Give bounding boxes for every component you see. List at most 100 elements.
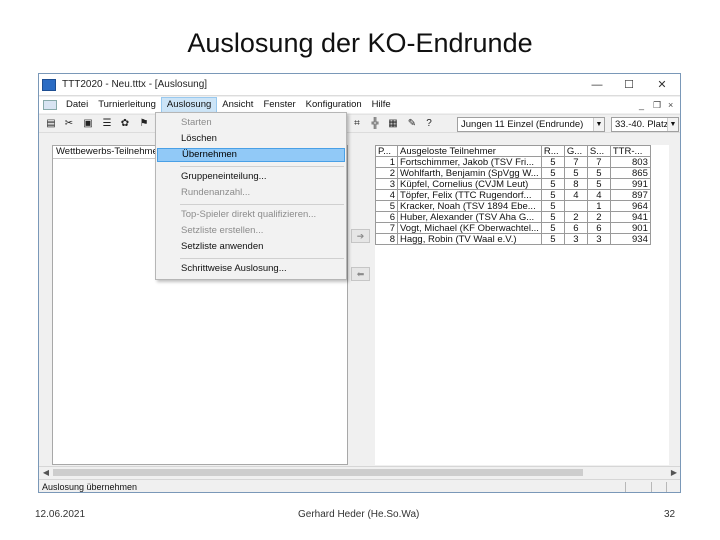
cell-g: 8 xyxy=(563,178,588,190)
round-select[interactable]: Jungen 11 Einzel (Endrunde) ▼ xyxy=(457,117,605,132)
menu-item-loeschen[interactable]: Löschen xyxy=(157,132,345,146)
cell-position: 4 xyxy=(375,189,398,201)
column-header[interactable]: TTR-... xyxy=(609,145,651,157)
cell-position: 5 xyxy=(375,200,398,212)
cell-r: 5 xyxy=(540,222,565,234)
cell-s: 7 xyxy=(586,156,611,168)
round-select-value: Jungen 11 Einzel (Endrunde) xyxy=(461,119,584,130)
menu-item-schrittweise-auslosung[interactable]: Schrittweise Auslosung... xyxy=(157,262,345,276)
table-row[interactable]: 2 Wohlfarth, Benjamin (SpVgg W... 5 5 5 … xyxy=(375,167,651,179)
app-icon xyxy=(42,78,56,91)
move-right-button[interactable]: ➔ xyxy=(351,229,370,243)
cell-name: Huber, Alexander (TSV Aha G... xyxy=(397,211,542,223)
cell-name: Wohlfarth, Benjamin (SpVgg W... xyxy=(397,167,542,179)
cell-position: 6 xyxy=(375,211,398,223)
table-row[interactable]: 1 Fortschimmer, Jakob (TSV Fri... 5 7 7 … xyxy=(375,156,651,168)
cell-position: 1 xyxy=(375,156,398,168)
menu-item-setzliste-erstellen[interactable]: Setzliste erstellen... xyxy=(157,224,345,238)
scrollbar-thumb[interactable] xyxy=(53,469,583,476)
cell-ttr: 991 xyxy=(609,178,651,190)
menu-item-rundenanzahl[interactable]: Rundenanzahl... xyxy=(157,186,345,200)
cell-name: Töpfer, Felix (TTC Rugendorf... xyxy=(397,189,542,201)
menu-turnierleitung[interactable]: Turnierleitung xyxy=(93,97,161,113)
grid-icon[interactable]: ⌗ xyxy=(351,118,363,130)
edit-icon[interactable]: ✎ xyxy=(406,118,418,130)
cell-g: 4 xyxy=(563,189,588,201)
table-icon[interactable]: ╬ xyxy=(369,118,381,130)
column-header[interactable]: S... xyxy=(586,145,611,157)
tools-icon[interactable]: ✂ xyxy=(63,118,75,130)
cell-s: 1 xyxy=(586,200,611,212)
move-left-button[interactable]: ⬅ xyxy=(351,267,370,281)
cell-name: Fortschimmer, Jakob (TSV Fri... xyxy=(397,156,542,168)
column-header[interactable]: R... xyxy=(540,145,565,157)
menu-divider xyxy=(180,166,344,167)
chevron-down-icon[interactable]: ▼ xyxy=(593,118,604,131)
menu-item-top-spieler[interactable]: Top-Spieler direkt qualifizieren... xyxy=(157,208,345,222)
list-view-icon[interactable]: ▦ xyxy=(387,118,399,130)
cell-name: Kracker, Noah (TSV 1894 Ebe... xyxy=(397,200,542,212)
menu-item-gruppeneinteilung[interactable]: Gruppeneinteilung... xyxy=(157,170,345,184)
child-window-icon[interactable] xyxy=(43,100,57,110)
cell-g: 6 xyxy=(563,222,588,234)
cell-r: 5 xyxy=(540,156,565,168)
cell-s: 5 xyxy=(586,167,611,179)
cell-g: 5 xyxy=(563,167,588,179)
stamp-icon[interactable]: ⚑ xyxy=(138,118,150,130)
document-icon[interactable]: ▣ xyxy=(82,118,94,130)
status-text: Auslosung übernehmen xyxy=(42,482,138,492)
cell-ttr: 941 xyxy=(609,211,651,223)
palette-icon[interactable]: ✿ xyxy=(119,118,131,130)
horizontal-scrollbar[interactable]: ◀ ▶ xyxy=(39,466,680,478)
table-row[interactable]: 8 Hagg, Robin (TV Waal e.V.) 5 3 3 934 xyxy=(375,233,651,245)
menu-hilfe[interactable]: Hilfe xyxy=(367,97,396,113)
place-select-value: 33.-40. Platz xyxy=(615,119,669,130)
scroll-right-icon[interactable]: ▶ xyxy=(668,467,680,478)
cell-g: 3 xyxy=(563,233,588,245)
cell-ttr: 934 xyxy=(609,233,651,245)
place-select[interactable]: 33.-40. Platz ▼ xyxy=(611,117,679,132)
close-button[interactable]: ✕ xyxy=(647,74,677,95)
minimize-button[interactable]: — xyxy=(582,74,612,95)
child-minimize-button[interactable]: _ xyxy=(639,97,644,113)
status-separator xyxy=(625,482,626,492)
help-icon[interactable]: ? xyxy=(423,118,435,130)
menu-item-starten[interactable]: Starten xyxy=(157,116,345,130)
table-row[interactable]: 4 Töpfer, Felix (TTC Rugendorf... 5 4 4 … xyxy=(375,189,651,201)
scroll-left-icon[interactable]: ◀ xyxy=(40,467,52,478)
cell-r: 5 xyxy=(540,233,565,245)
cell-s: 5 xyxy=(586,178,611,190)
table-row[interactable]: 3 Küpfel, Cornelius (CVJM Leut) 5 8 5 99… xyxy=(375,178,651,190)
column-header[interactable]: G... xyxy=(563,145,588,157)
menu-item-setzliste-anwenden[interactable]: Setzliste anwenden xyxy=(157,240,345,254)
list-icon[interactable]: ☰ xyxy=(101,118,113,130)
child-close-button[interactable]: × xyxy=(668,97,673,113)
menu-auslosung[interactable]: Auslosung xyxy=(160,97,218,113)
drawn-participants-table[interactable]: P... Ausgeloste Teilnehmer R... G... S..… xyxy=(375,145,651,245)
cell-name: Vogt, Michael (KF Oberwachtel... xyxy=(397,222,542,234)
cell-name: Hagg, Robin (TV Waal e.V.) xyxy=(397,233,542,245)
menubar: Datei Turnierleitung Auslosung Ansicht F… xyxy=(39,97,680,113)
menu-fenster[interactable]: Fenster xyxy=(258,97,300,113)
maximize-button[interactable]: ☐ xyxy=(614,74,644,95)
child-restore-button[interactable]: ❐ xyxy=(653,97,661,113)
cell-ttr: 803 xyxy=(609,156,651,168)
cell-s: 4 xyxy=(586,189,611,201)
menu-ansicht[interactable]: Ansicht xyxy=(217,97,258,113)
column-header[interactable]: P... xyxy=(375,145,398,157)
save-icon[interactable]: ▤ xyxy=(45,118,57,130)
menu-datei[interactable]: Datei xyxy=(61,97,93,113)
cell-g: 7 xyxy=(563,156,588,168)
cell-r: 5 xyxy=(540,189,565,201)
menu-konfiguration[interactable]: Konfiguration xyxy=(301,97,367,113)
table-header-row: P... Ausgeloste Teilnehmer R... G... S..… xyxy=(375,145,651,157)
table-row[interactable]: 7 Vogt, Michael (KF Oberwachtel... 5 6 6… xyxy=(375,222,651,234)
table-row[interactable]: 5 Kracker, Noah (TSV 1894 Ebe... 5 1 964 xyxy=(375,200,651,212)
auslosung-dropdown-menu: Starten Löschen Übernehmen Gruppeneintei… xyxy=(155,112,347,280)
column-header[interactable]: Ausgeloste Teilnehmer xyxy=(397,145,542,157)
cell-position: 2 xyxy=(375,167,398,179)
table-row[interactable]: 6 Huber, Alexander (TSV Aha G... 5 2 2 9… xyxy=(375,211,651,223)
chevron-down-icon[interactable]: ▼ xyxy=(667,118,678,131)
menu-item-uebernehmen[interactable]: Übernehmen xyxy=(157,148,345,162)
footer-page-number: 32 xyxy=(664,509,676,520)
